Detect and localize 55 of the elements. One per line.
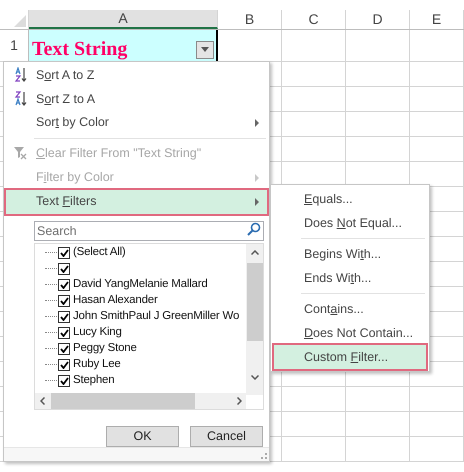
- vertical-scrollbar[interactable]: [246, 244, 263, 395]
- filter-dropdown-button[interactable]: [196, 40, 214, 58]
- clear-filter-icon: [14, 146, 28, 162]
- search-icon: [247, 222, 261, 236]
- dialog-button[interactable]: Cancel: [190, 426, 263, 448]
- checkbox[interactable]: [58, 374, 70, 387]
- value-label: Peggy Stone: [73, 340, 137, 356]
- select-all-corner-icon: [14, 15, 26, 27]
- value-label: Lucy King: [73, 324, 122, 340]
- menu-item-label: Does Not Equal...: [304, 214, 402, 232]
- cell-text: Text String: [32, 36, 128, 62]
- resize-grip-icon: [261, 453, 267, 459]
- menu-item-label: Clear Filter From "Text String": [36, 145, 202, 162]
- column-header[interactable]: D: [346, 10, 410, 29]
- menu-item-label: Begins With...: [304, 246, 382, 263]
- value-label: (Select All): [73, 244, 126, 260]
- menu-item-label: Sort Z to A: [36, 90, 96, 108]
- scroll-up-icon: [250, 250, 258, 255]
- value-label: Ruby Lee: [73, 356, 121, 372]
- checkbox[interactable]: [58, 294, 70, 307]
- menu-item-label: Sort A to Z: [36, 66, 94, 84]
- horizontal-scrollbar[interactable]: [35, 393, 246, 410]
- menu-item-label: Filter by Color: [36, 169, 114, 186]
- checkbox[interactable]: [58, 310, 70, 323]
- value-label: Hasan Alexander: [73, 292, 158, 308]
- menu-item-label: Ends With...: [304, 270, 372, 287]
- checkbox[interactable]: [58, 326, 70, 339]
- sort-ascending-icon: [14, 67, 28, 82]
- column-header[interactable]: A: [29, 10, 218, 29]
- column-header[interactable]: B: [218, 10, 282, 29]
- column-header[interactable]: C: [282, 10, 346, 29]
- menu-item-label: Equals...: [304, 190, 353, 208]
- checkbox[interactable]: [58, 342, 70, 355]
- caret-icon: [201, 47, 209, 52]
- scroll-down-icon: [250, 374, 258, 380]
- value-label: David YangMelanie Mallard: [73, 276, 208, 292]
- dialog-button[interactable]: OK: [106, 426, 179, 448]
- search-field[interactable]: Search: [34, 220, 264, 241]
- value-label: Stephen: [73, 372, 114, 388]
- column-header[interactable]: E: [410, 10, 464, 29]
- menu-item-label: Sort by Color: [36, 114, 109, 132]
- checkbox[interactable]: [58, 246, 70, 259]
- checkbox[interactable]: [58, 358, 70, 371]
- scrollbar-thumb[interactable]: [246, 262, 262, 341]
- sort-descending-icon: [14, 91, 28, 106]
- menu-item-label: Does Not Contain...: [304, 324, 414, 342]
- scroll-left-icon: [40, 397, 45, 406]
- menu-item-label: Contains...: [304, 300, 364, 318]
- highlighted-menu-item[interactable]: Text Filters: [6, 190, 267, 214]
- checkbox[interactable]: [58, 278, 70, 291]
- value-label: John SmithPaul J GreenMiller Wo: [73, 308, 240, 324]
- scroll-right-icon: [237, 397, 242, 406]
- checkbox[interactable]: [58, 262, 70, 275]
- highlighted-menu-item[interactable]: Custom Filter...: [274, 345, 426, 369]
- scrollbar-thumb[interactable]: [51, 393, 195, 410]
